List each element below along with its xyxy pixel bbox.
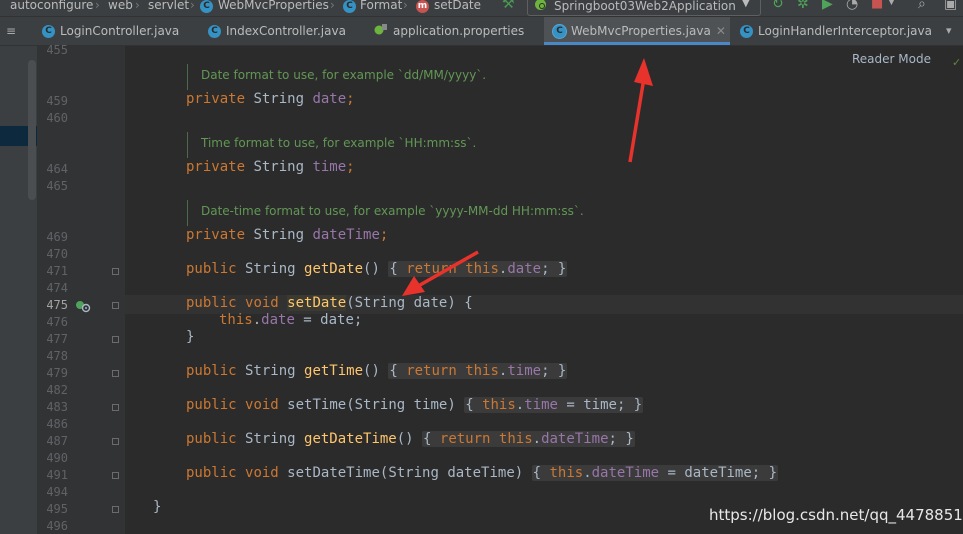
red-arrow-to-tab [628, 58, 653, 163]
annotation-arrows [402, 58, 653, 296]
watermark-url: https://blog.csdn.net/qq_44788518 [709, 506, 963, 524]
red-arrow-to-setdate [402, 250, 479, 296]
